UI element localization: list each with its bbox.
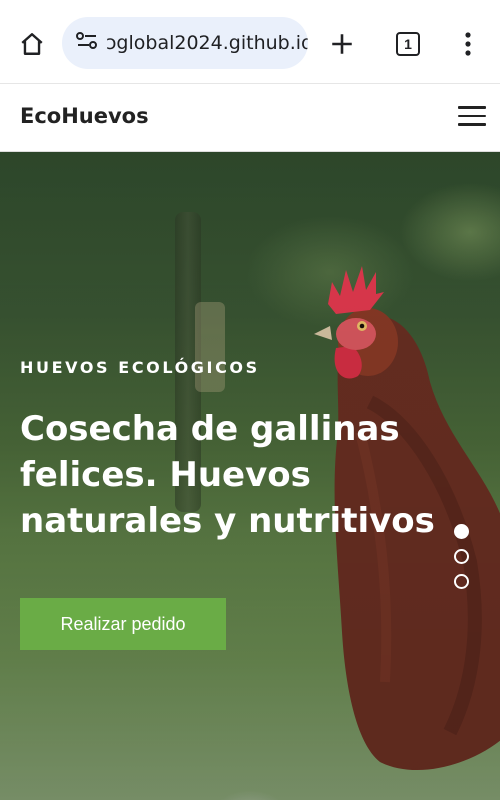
hero-slider: HUEVOS ECOLÓGICOS Cosecha de gallinas fe… — [0, 152, 500, 800]
site-settings-icon[interactable] — [76, 31, 98, 56]
hamburger-icon[interactable] — [458, 106, 486, 128]
site-header: EcoHuevos — [0, 84, 500, 152]
tab-switcher-icon[interactable]: 1 — [390, 26, 426, 62]
hero-headline: Cosecha de gallinas felices. Huevos natu… — [20, 409, 435, 541]
slider-dots — [454, 524, 470, 599]
order-button[interactable]: Realizar pedido — [20, 598, 226, 650]
browser-toolbar: ɔglobal2024.github.io 1 — [0, 0, 500, 84]
more-menu-icon[interactable] — [452, 26, 484, 62]
new-tab-icon[interactable] — [324, 26, 360, 62]
slide-dot-3[interactable] — [454, 574, 469, 589]
site-logo[interactable]: EcoHuevos — [20, 104, 149, 128]
url-text[interactable]: ɔglobal2024.github.io — [106, 32, 308, 54]
slide-dot-1[interactable] — [454, 524, 469, 539]
hero-eyebrow: HUEVOS ECOLÓGICOS — [20, 358, 260, 377]
slide-dot-2[interactable] — [454, 549, 469, 564]
tab-count: 1 — [396, 32, 420, 56]
home-icon[interactable] — [14, 26, 50, 62]
url-bar[interactable]: ɔglobal2024.github.io — [62, 17, 308, 69]
